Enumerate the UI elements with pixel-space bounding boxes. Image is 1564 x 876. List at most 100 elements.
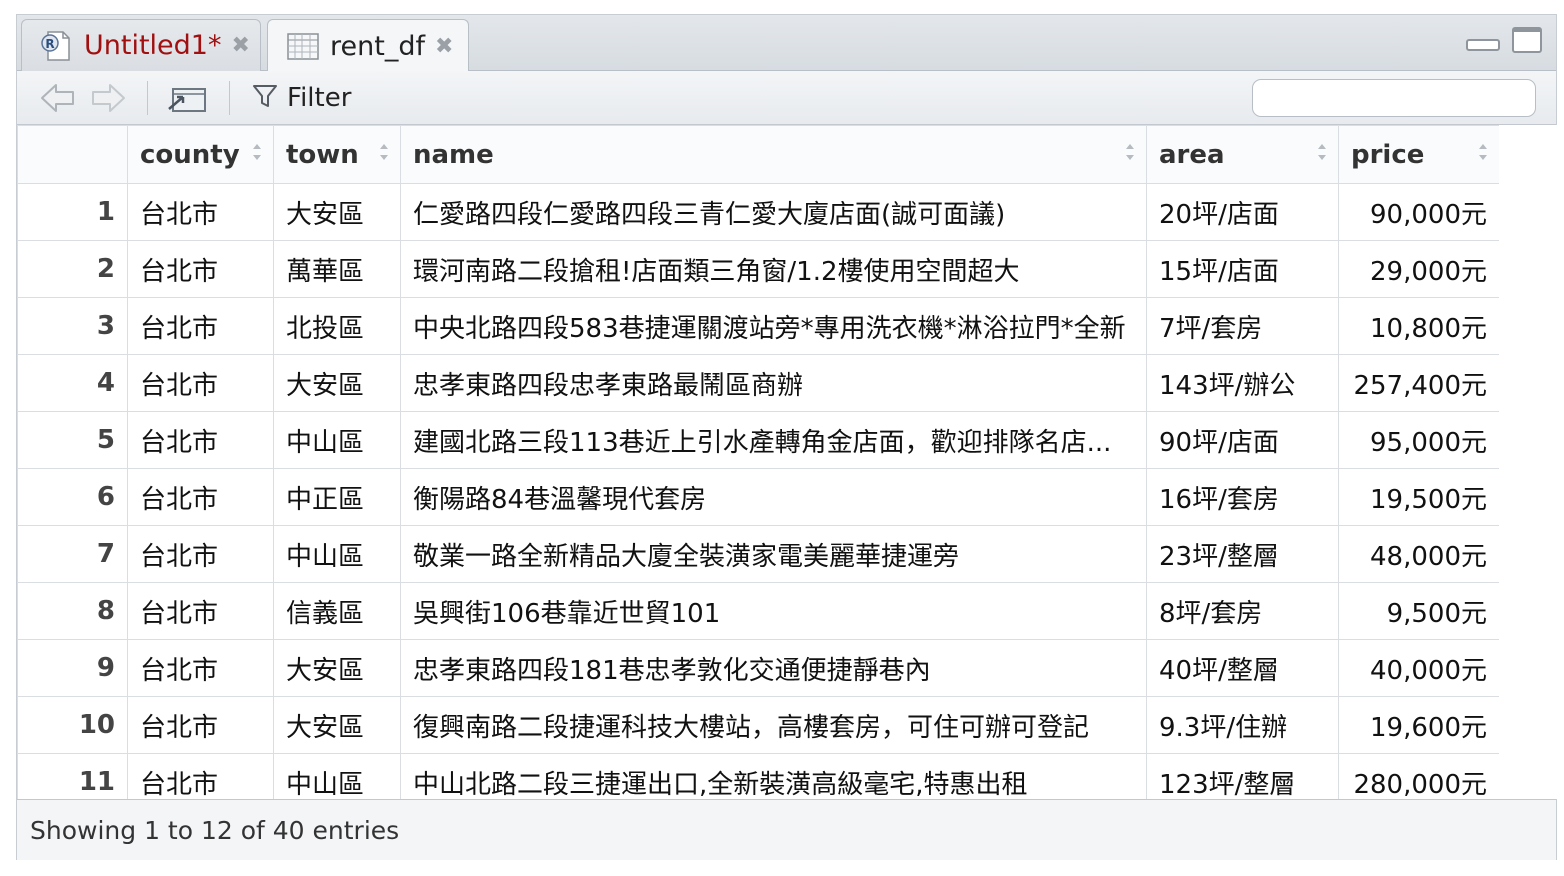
row-number: 10 xyxy=(17,696,128,754)
cell-name: 中山北路二段三捷運出口,全新裝潢高級毫宅,特惠出租 xyxy=(400,753,1147,799)
cell-town: 中山區 xyxy=(273,753,401,799)
minimize-pane-button[interactable] xyxy=(1466,39,1500,51)
row-number: 9 xyxy=(17,639,128,697)
cell-town: 中山區 xyxy=(273,411,401,469)
cell-county: 台北市 xyxy=(127,525,274,583)
table-row: 4 台北市 大安區 忠孝東路四段忠孝東路最鬧區商辦 143坪/辦公 257,40… xyxy=(17,354,1499,412)
cell-price: 280,000元 xyxy=(1338,753,1499,799)
cell-county: 台北市 xyxy=(127,468,274,526)
filter-label: Filter xyxy=(287,83,352,113)
cell-area: 143坪/辦公 xyxy=(1146,354,1339,412)
sort-icon xyxy=(253,144,261,160)
cell-town: 中正區 xyxy=(273,468,401,526)
cell-area: 20坪/店面 xyxy=(1146,183,1339,241)
cell-area: 123坪/整層 xyxy=(1146,753,1339,799)
column-header-name[interactable]: name xyxy=(400,125,1147,184)
cell-area: 8坪/套房 xyxy=(1146,582,1339,640)
row-number: 6 xyxy=(17,468,128,526)
table-body: 1 台北市 大安區 仁愛路四段仁愛路四段三青仁愛大廈店面(誠可面議) 20坪/店… xyxy=(17,183,1499,799)
cell-town: 大安區 xyxy=(273,639,401,697)
table-grid-icon xyxy=(286,29,320,63)
cell-county: 台北市 xyxy=(127,582,274,640)
close-icon[interactable]: ✖ xyxy=(231,33,249,58)
row-number: 3 xyxy=(17,297,128,355)
maximize-pane-button[interactable] xyxy=(1512,27,1542,53)
filter-button[interactable]: Filter xyxy=(251,81,351,115)
data-grid: county town name area price 1 台北市 大安區 仁愛… xyxy=(17,125,1499,799)
rownum-header xyxy=(17,125,128,184)
sort-icon xyxy=(1318,144,1326,160)
cell-name: 環河南路二段搶租!店面類三角窗/1.2樓使用空間超大 xyxy=(400,240,1147,298)
table-row: 3 台北市 北投區 中央北路四段583巷捷運關渡站旁*專用洗衣機*淋浴拉門*全新… xyxy=(17,297,1499,355)
table-row: 8 台北市 信義區 吳興街106巷靠近世貿101 8坪/套房 9,500元 xyxy=(17,582,1499,640)
cell-county: 台北市 xyxy=(127,354,274,412)
data-viewer-window: R Untitled1* ✖ rent_df ✖ Filter county t… xyxy=(16,14,1557,860)
data-table: county town name area price 1 台北市 大安區 仁愛… xyxy=(17,125,1499,799)
sort-icon xyxy=(1479,144,1487,160)
column-header-price[interactable]: price xyxy=(1338,125,1499,184)
cell-town: 中山區 xyxy=(273,525,401,583)
table-row: 10 台北市 大安區 復興南路二段捷運科技大樓站，高樓套房，可住可辦可登記 9.… xyxy=(17,696,1499,754)
row-number: 5 xyxy=(17,411,128,469)
cell-town: 大安區 xyxy=(273,354,401,412)
cell-price: 19,500元 xyxy=(1338,468,1499,526)
table-row: 5 台北市 中山區 建國北路三段113巷近上引水產轉角金店面，歡迎排隊名店...… xyxy=(17,411,1499,469)
cell-name: 衡陽路84巷溫馨現代套房 xyxy=(400,468,1147,526)
cell-county: 台北市 xyxy=(127,696,274,754)
row-number: 11 xyxy=(17,753,128,799)
cell-name: 敬業一路全新精品大廈全裝潢家電美麗華捷運旁 xyxy=(400,525,1147,583)
cell-name: 中央北路四段583巷捷運關渡站旁*專用洗衣機*淋浴拉門*全新 xyxy=(400,297,1147,355)
row-number: 8 xyxy=(17,582,128,640)
cell-area: 15坪/店面 xyxy=(1146,240,1339,298)
cell-name: 復興南路二段捷運科技大樓站，高樓套房，可住可辦可登記 xyxy=(400,696,1147,754)
table-row: 6 台北市 中正區 衡陽路84巷溫馨現代套房 16坪/套房 19,500元 xyxy=(17,468,1499,526)
back-arrow-icon[interactable] xyxy=(39,81,77,115)
show-in-window-icon[interactable] xyxy=(165,81,209,115)
tab-bar: R Untitled1* ✖ rent_df ✖ xyxy=(17,15,1556,72)
table-row: 7 台北市 中山區 敬業一路全新精品大廈全裝潢家電美麗華捷運旁 23坪/整層 4… xyxy=(17,525,1499,583)
svg-text:R: R xyxy=(45,37,54,51)
cell-price: 9,500元 xyxy=(1338,582,1499,640)
close-icon[interactable]: ✖ xyxy=(435,34,453,59)
status-footer: Showing 1 to 12 of 40 entries xyxy=(17,799,1556,860)
cell-price: 95,000元 xyxy=(1338,411,1499,469)
cell-county: 台北市 xyxy=(127,753,274,799)
cell-area: 23坪/整層 xyxy=(1146,525,1339,583)
cell-name: 吳興街106巷靠近世貿101 xyxy=(400,582,1147,640)
cell-price: 29,000元 xyxy=(1338,240,1499,298)
cell-area: 7坪/套房 xyxy=(1146,297,1339,355)
cell-price: 90,000元 xyxy=(1338,183,1499,241)
cell-county: 台北市 xyxy=(127,411,274,469)
cell-name: 忠孝東路四段181巷忠孝敦化交通便捷靜巷內 xyxy=(400,639,1147,697)
cell-price: 10,800元 xyxy=(1338,297,1499,355)
cell-name: 仁愛路四段仁愛路四段三青仁愛大廈店面(誠可面議) xyxy=(400,183,1147,241)
cell-town: 大安區 xyxy=(273,183,401,241)
tab-rent-df[interactable]: rent_df ✖ xyxy=(267,19,469,72)
cell-county: 台北市 xyxy=(127,183,274,241)
tab-untitled1[interactable]: R Untitled1* ✖ xyxy=(21,19,261,71)
forward-arrow-icon[interactable] xyxy=(89,81,127,115)
cell-town: 信義區 xyxy=(273,582,401,640)
search-input[interactable] xyxy=(1252,79,1536,117)
cell-town: 萬華區 xyxy=(273,240,401,298)
column-header-area[interactable]: area xyxy=(1146,125,1339,184)
table-row: 2 台北市 萬華區 環河南路二段搶租!店面類三角窗/1.2樓使用空間超大 15坪… xyxy=(17,240,1499,298)
cell-price: 48,000元 xyxy=(1338,525,1499,583)
entries-status: Showing 1 to 12 of 40 entries xyxy=(30,815,400,845)
row-number: 7 xyxy=(17,525,128,583)
column-header-county[interactable]: county xyxy=(127,125,274,184)
tab-label: rent_df xyxy=(330,30,425,62)
cell-area: 16坪/套房 xyxy=(1146,468,1339,526)
cell-price: 19,600元 xyxy=(1338,696,1499,754)
cell-town: 北投區 xyxy=(273,297,401,355)
row-number: 2 xyxy=(17,240,128,298)
cell-price: 257,400元 xyxy=(1338,354,1499,412)
cell-area: 40坪/整層 xyxy=(1146,639,1339,697)
cell-county: 台北市 xyxy=(127,240,274,298)
column-header-town[interactable]: town xyxy=(273,125,401,184)
cell-name: 忠孝東路四段忠孝東路最鬧區商辦 xyxy=(400,354,1147,412)
cell-area: 90坪/店面 xyxy=(1146,411,1339,469)
row-number: 4 xyxy=(17,354,128,412)
table-row: 11 台北市 中山區 中山北路二段三捷運出口,全新裝潢高級毫宅,特惠出租 123… xyxy=(17,753,1499,799)
vertical-scroll-area[interactable] xyxy=(1499,125,1557,799)
